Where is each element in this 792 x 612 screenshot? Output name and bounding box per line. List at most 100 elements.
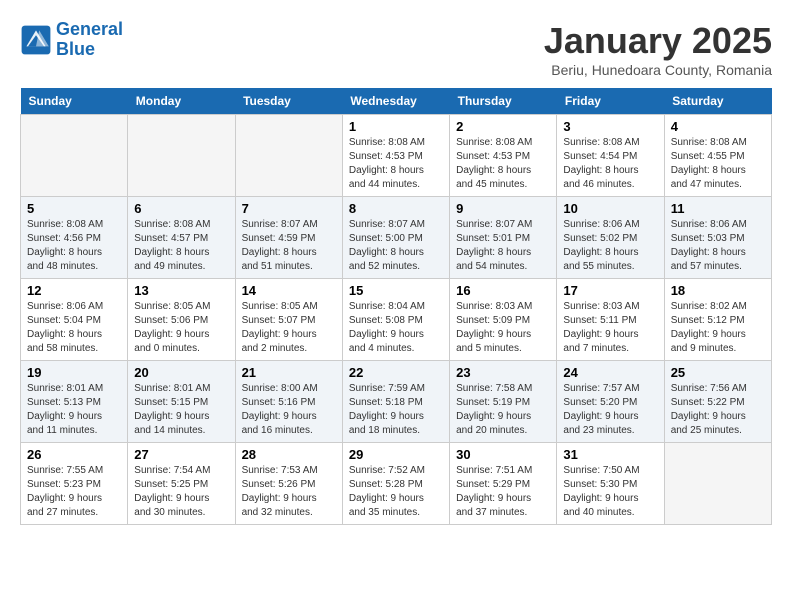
day-info: Sunrise: 8:08 AM Sunset: 4:54 PM Dayligh… bbox=[563, 136, 657, 192]
day-number: 24 bbox=[563, 365, 657, 380]
day-number: 11 bbox=[671, 201, 765, 216]
day-number: 5 bbox=[27, 201, 121, 216]
page-header: General Blue January 2025 Beriu, Hunedoa… bbox=[20, 20, 772, 78]
calendar-cell: 29 Sunrise: 7:52 AM Sunset: 5:28 PM Dayli… bbox=[342, 443, 449, 525]
calendar-cell: 10Sunrise: 8:06 AM Sunset: 5:02 PM Dayli… bbox=[557, 197, 664, 279]
weekday-header-friday: Friday bbox=[557, 88, 664, 115]
calendar-cell: 15 Sunrise: 8:04 AM Sunset: 5:08 PM Dayli… bbox=[342, 279, 449, 361]
day-info: Sunrise: 8:04 AM Sunset: 5:08 PM Dayligh… bbox=[349, 300, 443, 356]
calendar-cell: 30 Sunrise: 7:51 AM Sunset: 5:29 PM Dayli… bbox=[450, 443, 557, 525]
day-number: 21 bbox=[242, 365, 336, 380]
calendar-cell bbox=[235, 115, 342, 197]
weekday-header-monday: Monday bbox=[128, 88, 235, 115]
title-section: January 2025 Beriu, Hunedoara County, Ro… bbox=[544, 20, 772, 78]
day-info: Sunrise: 8:08 AM Sunset: 4:55 PM Dayligh… bbox=[671, 136, 765, 192]
day-number: 3 bbox=[563, 119, 657, 134]
day-number: 20 bbox=[134, 365, 228, 380]
calendar-cell: 6Sunrise: 8:08 AM Sunset: 4:57 PM Daylig… bbox=[128, 197, 235, 279]
calendar-cell: 22 Sunrise: 7:59 AM Sunset: 5:18 PM Dayli… bbox=[342, 361, 449, 443]
calendar-cell: 11 Sunrise: 8:06 AM Sunset: 5:03 PM Dayli… bbox=[664, 197, 771, 279]
day-info: Sunrise: 7:51 AM Sunset: 5:29 PM Dayligh… bbox=[456, 464, 550, 520]
day-number: 28 bbox=[242, 447, 336, 462]
day-info: Sunrise: 8:08 AM Sunset: 4:53 PM Dayligh… bbox=[349, 136, 443, 192]
calendar-cell: 20 Sunrise: 8:01 AM Sunset: 5:15 PM Dayli… bbox=[128, 361, 235, 443]
day-number: 8 bbox=[349, 201, 443, 216]
day-info: Sunrise: 8:08 AM Sunset: 4:53 PM Dayligh… bbox=[456, 136, 550, 192]
calendar-cell: 14 Sunrise: 8:05 AM Sunset: 5:07 PM Dayli… bbox=[235, 279, 342, 361]
day-info: Sunrise: 8:01 AM Sunset: 5:13 PM Dayligh… bbox=[27, 382, 121, 438]
day-info: Sunrise: 7:57 AM Sunset: 5:20 PM Dayligh… bbox=[563, 382, 657, 438]
month-title: January 2025 bbox=[544, 20, 772, 62]
calendar-cell: 16Sunrise: 8:03 AM Sunset: 5:09 PM Dayli… bbox=[450, 279, 557, 361]
day-number: 13 bbox=[134, 283, 228, 298]
day-number: 22 bbox=[349, 365, 443, 380]
weekday-header-tuesday: Tuesday bbox=[235, 88, 342, 115]
logo-line1: General bbox=[56, 19, 123, 39]
calendar-cell: 12Sunrise: 8:06 AM Sunset: 5:04 PM Dayli… bbox=[21, 279, 128, 361]
calendar-cell bbox=[128, 115, 235, 197]
day-info: Sunrise: 8:06 AM Sunset: 5:03 PM Dayligh… bbox=[671, 218, 765, 274]
calendar-cell: 8 Sunrise: 8:07 AM Sunset: 5:00 PM Daylig… bbox=[342, 197, 449, 279]
calendar-cell: 25Sunrise: 7:56 AM Sunset: 5:22 PM Dayli… bbox=[664, 361, 771, 443]
calendar-week-1: 1 Sunrise: 8:08 AM Sunset: 4:53 PM Daylig… bbox=[21, 115, 772, 197]
calendar-week-2: 5Sunrise: 8:08 AM Sunset: 4:56 PM Daylig… bbox=[21, 197, 772, 279]
day-number: 14 bbox=[242, 283, 336, 298]
calendar-cell: 21 Sunrise: 8:00 AM Sunset: 5:16 PM Dayli… bbox=[235, 361, 342, 443]
day-info: Sunrise: 8:06 AM Sunset: 5:04 PM Dayligh… bbox=[27, 300, 121, 356]
day-info: Sunrise: 8:07 AM Sunset: 5:01 PM Dayligh… bbox=[456, 218, 550, 274]
day-number: 6 bbox=[134, 201, 228, 216]
day-number: 27 bbox=[134, 447, 228, 462]
day-info: Sunrise: 8:02 AM Sunset: 5:12 PM Dayligh… bbox=[671, 300, 765, 356]
weekday-header-thursday: Thursday bbox=[450, 88, 557, 115]
calendar-week-4: 19Sunrise: 8:01 AM Sunset: 5:13 PM Dayli… bbox=[21, 361, 772, 443]
day-number: 2 bbox=[456, 119, 550, 134]
calendar-cell: 7 Sunrise: 8:07 AM Sunset: 4:59 PM Daylig… bbox=[235, 197, 342, 279]
day-info: Sunrise: 8:07 AM Sunset: 4:59 PM Dayligh… bbox=[242, 218, 336, 274]
calendar-week-3: 12Sunrise: 8:06 AM Sunset: 5:04 PM Dayli… bbox=[21, 279, 772, 361]
calendar-cell: 27 Sunrise: 7:54 AM Sunset: 5:25 PM Dayli… bbox=[128, 443, 235, 525]
day-info: Sunrise: 8:03 AM Sunset: 5:09 PM Dayligh… bbox=[456, 300, 550, 356]
logo-icon bbox=[20, 24, 52, 56]
day-number: 18 bbox=[671, 283, 765, 298]
logo: General Blue bbox=[20, 20, 123, 60]
day-number: 1 bbox=[349, 119, 443, 134]
calendar-cell: 24 Sunrise: 7:57 AM Sunset: 5:20 PM Dayli… bbox=[557, 361, 664, 443]
day-number: 15 bbox=[349, 283, 443, 298]
day-info: Sunrise: 8:00 AM Sunset: 5:16 PM Dayligh… bbox=[242, 382, 336, 438]
calendar-cell: 26 Sunrise: 7:55 AM Sunset: 5:23 PM Dayli… bbox=[21, 443, 128, 525]
location-subtitle: Beriu, Hunedoara County, Romania bbox=[544, 62, 772, 78]
day-info: Sunrise: 8:07 AM Sunset: 5:00 PM Dayligh… bbox=[349, 218, 443, 274]
day-number: 25 bbox=[671, 365, 765, 380]
calendar-cell: 13Sunrise: 8:05 AM Sunset: 5:06 PM Dayli… bbox=[128, 279, 235, 361]
day-info: Sunrise: 8:05 AM Sunset: 5:07 PM Dayligh… bbox=[242, 300, 336, 356]
day-number: 30 bbox=[456, 447, 550, 462]
day-info: Sunrise: 7:55 AM Sunset: 5:23 PM Dayligh… bbox=[27, 464, 121, 520]
day-number: 26 bbox=[27, 447, 121, 462]
day-number: 29 bbox=[349, 447, 443, 462]
day-number: 31 bbox=[563, 447, 657, 462]
calendar-cell: 23Sunrise: 7:58 AM Sunset: 5:19 PM Dayli… bbox=[450, 361, 557, 443]
weekday-header-row: SundayMondayTuesdayWednesdayThursdayFrid… bbox=[21, 88, 772, 115]
day-info: Sunrise: 7:58 AM Sunset: 5:19 PM Dayligh… bbox=[456, 382, 550, 438]
calendar-cell: 5Sunrise: 8:08 AM Sunset: 4:56 PM Daylig… bbox=[21, 197, 128, 279]
calendar-body: 1 Sunrise: 8:08 AM Sunset: 4:53 PM Daylig… bbox=[21, 115, 772, 525]
calendar-cell: 19Sunrise: 8:01 AM Sunset: 5:13 PM Dayli… bbox=[21, 361, 128, 443]
calendar-cell: 1 Sunrise: 8:08 AM Sunset: 4:53 PM Daylig… bbox=[342, 115, 449, 197]
calendar-cell bbox=[664, 443, 771, 525]
logo-text: General Blue bbox=[56, 20, 123, 60]
calendar-cell: 3 Sunrise: 8:08 AM Sunset: 4:54 PM Daylig… bbox=[557, 115, 664, 197]
day-info: Sunrise: 7:52 AM Sunset: 5:28 PM Dayligh… bbox=[349, 464, 443, 520]
day-info: Sunrise: 7:53 AM Sunset: 5:26 PM Dayligh… bbox=[242, 464, 336, 520]
day-info: Sunrise: 8:03 AM Sunset: 5:11 PM Dayligh… bbox=[563, 300, 657, 356]
day-number: 7 bbox=[242, 201, 336, 216]
calendar-cell bbox=[21, 115, 128, 197]
day-info: Sunrise: 8:06 AM Sunset: 5:02 PM Dayligh… bbox=[563, 218, 657, 274]
calendar-cell: 28 Sunrise: 7:53 AM Sunset: 5:26 PM Dayli… bbox=[235, 443, 342, 525]
calendar-cell: 18 Sunrise: 8:02 AM Sunset: 5:12 PM Dayli… bbox=[664, 279, 771, 361]
day-number: 17 bbox=[563, 283, 657, 298]
calendar-cell: 2 Sunrise: 8:08 AM Sunset: 4:53 PM Daylig… bbox=[450, 115, 557, 197]
day-info: Sunrise: 7:54 AM Sunset: 5:25 PM Dayligh… bbox=[134, 464, 228, 520]
day-info: Sunrise: 8:01 AM Sunset: 5:15 PM Dayligh… bbox=[134, 382, 228, 438]
day-info: Sunrise: 7:59 AM Sunset: 5:18 PM Dayligh… bbox=[349, 382, 443, 438]
weekday-header-wednesday: Wednesday bbox=[342, 88, 449, 115]
